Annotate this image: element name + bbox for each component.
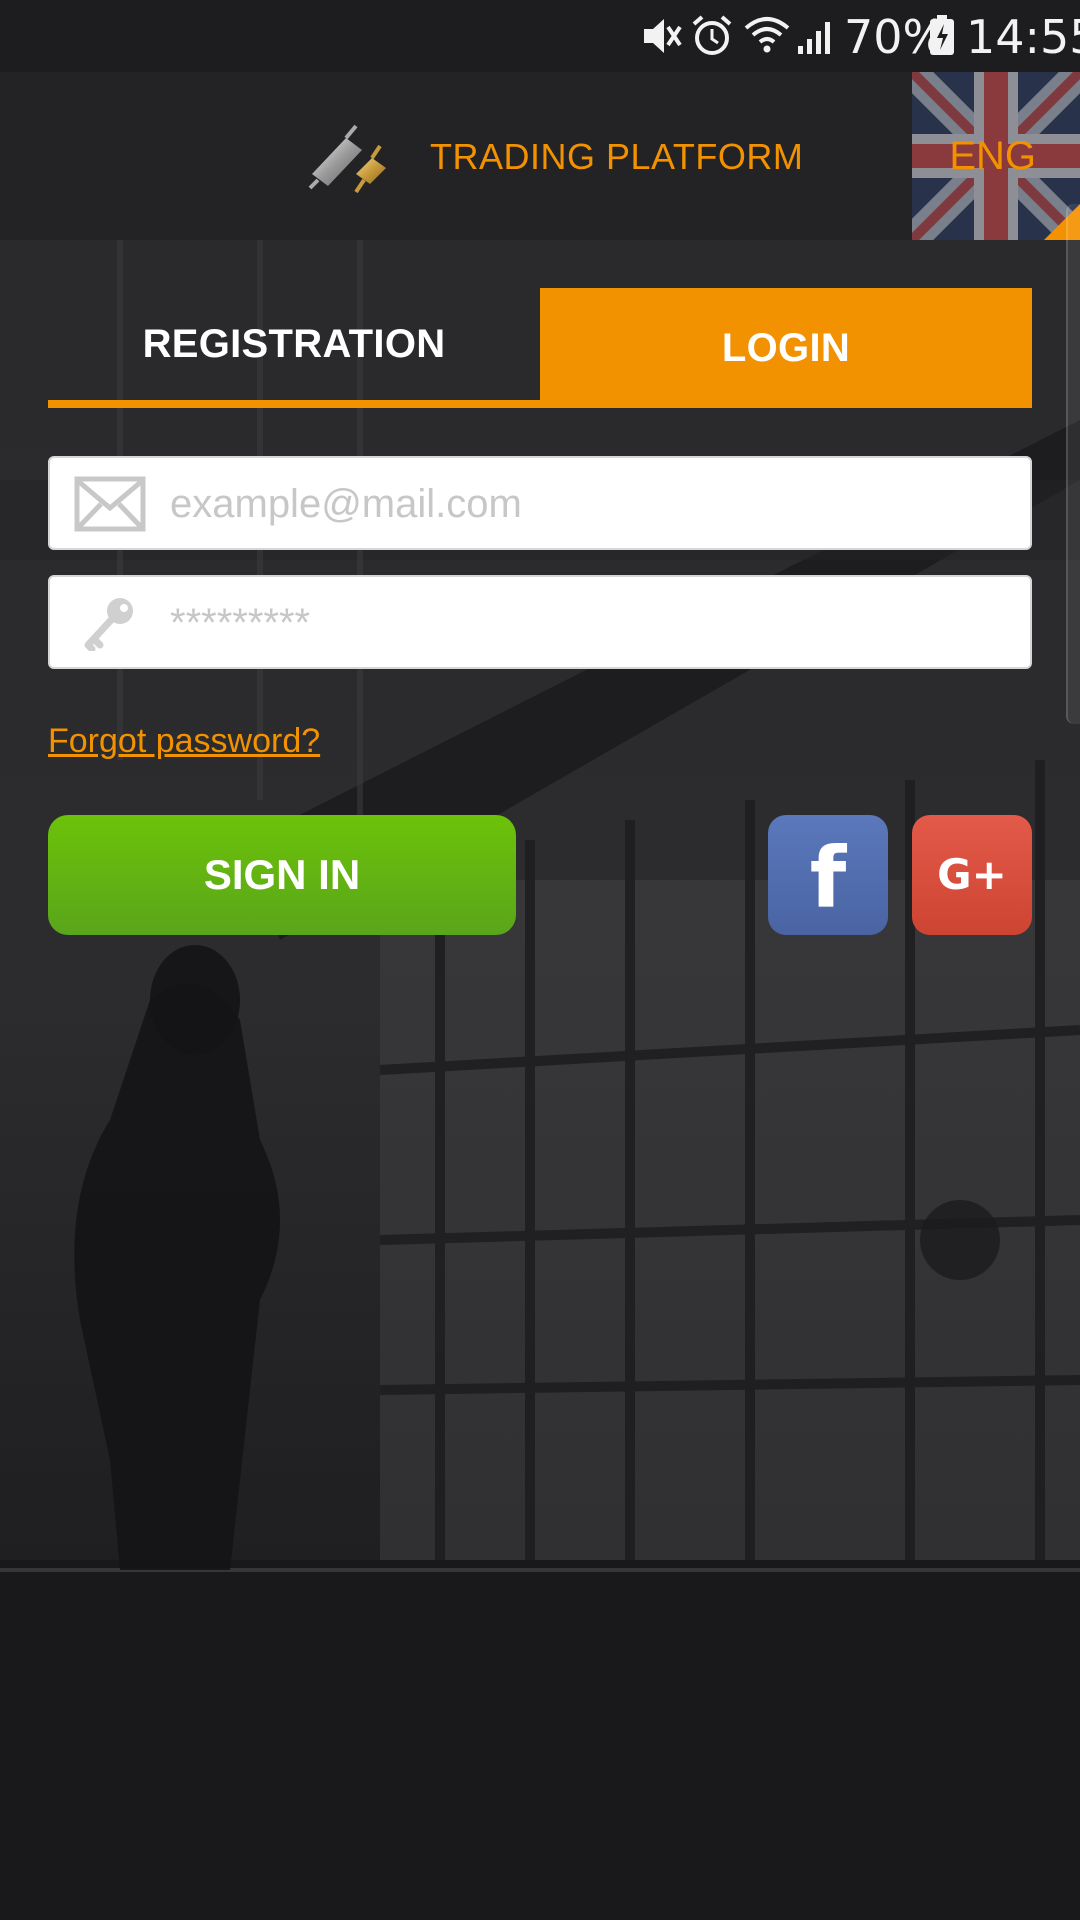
envelope-icon [74, 476, 146, 532]
signal-icon [798, 22, 830, 54]
facebook-login-button[interactable]: f [768, 815, 888, 935]
battery-icon [930, 15, 954, 55]
scroll-indicator[interactable] [1066, 204, 1080, 724]
app-title: TRADING PLATFORM [430, 136, 804, 177]
wifi-icon [744, 17, 790, 53]
language-button[interactable]: ENG [912, 72, 1080, 240]
password-field [48, 575, 1032, 669]
sign-in-button[interactable]: SIGN IN [48, 815, 516, 935]
email-input[interactable] [168, 458, 1012, 550]
forgot-password-link[interactable]: Forgot password? [48, 722, 320, 761]
mute-icon [644, 19, 682, 53]
auth-tabs: REGISTRATION LOGIN [48, 288, 1032, 408]
alarm-icon [692, 15, 732, 55]
tab-registration[interactable]: REGISTRATION [48, 288, 540, 408]
status-bar: 70% 14:55 [0, 0, 1080, 72]
password-input[interactable] [168, 577, 1012, 669]
language-label: ENG [949, 134, 1036, 178]
app-header: TRADING PLATFORM ENG [0, 72, 1080, 240]
tab-login[interactable]: LOGIN [540, 288, 1032, 408]
logo-icon [308, 124, 386, 194]
facebook-icon: f [809, 829, 847, 927]
clock: 14:55 [966, 10, 1080, 64]
google-plus-icon: G+ [937, 850, 1007, 899]
email-field [48, 456, 1032, 550]
key-icon [84, 598, 133, 651]
google-login-button[interactable]: G+ [912, 815, 1032, 935]
